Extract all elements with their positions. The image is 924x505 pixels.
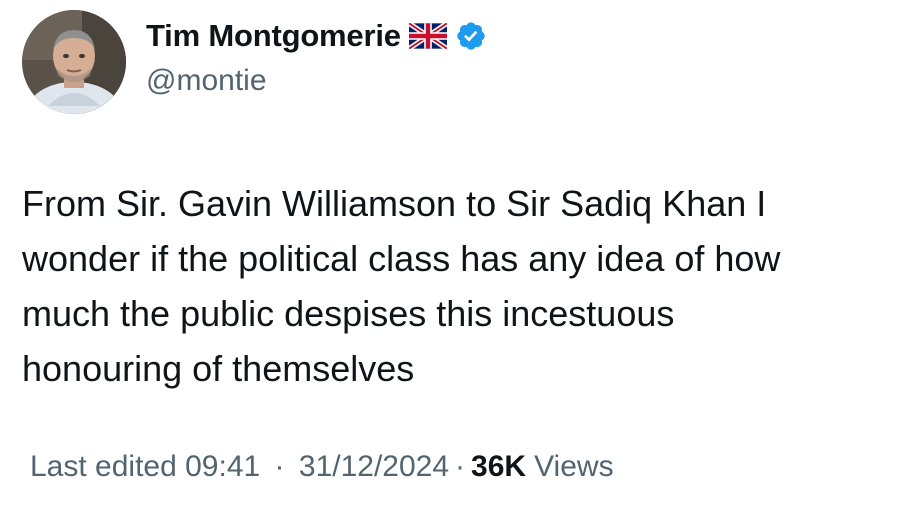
- tweet-text-line: wonder if the political class has any id…: [22, 238, 781, 279]
- tweet-card: Tim Montgomerie @montie From Sir. Gavin …: [0, 0, 924, 505]
- tweet-text: From Sir. Gavin Williamson to Sir Sadiq …: [22, 176, 902, 396]
- meta-separator: ·: [274, 450, 285, 483]
- tweet-text-line: From Sir. Gavin Williamson to Sir Sadiq …: [22, 183, 767, 224]
- tweet-text-line: honouring of themselves: [22, 348, 415, 389]
- tweet-text-line: much the public despises this incestuous: [22, 293, 675, 334]
- tweet-time: 09:41: [185, 450, 261, 483]
- edited-label: Last edited: [30, 450, 177, 483]
- views-label: Views: [534, 450, 614, 483]
- author-display-name[interactable]: Tim Montgomerie: [146, 18, 401, 54]
- avatar-image: [22, 10, 126, 114]
- views-count[interactable]: 36K: [471, 450, 526, 484]
- author-name-row: Tim Montgomerie: [146, 18, 487, 54]
- verified-badge-icon[interactable]: [455, 20, 487, 52]
- author-handle[interactable]: @montie: [146, 64, 267, 98]
- avatar[interactable]: [22, 10, 126, 114]
- tweet-meta-row: Last edited 09:41 · 31/12/2024 · 36K Vie…: [30, 450, 614, 484]
- meta-separator: ·: [455, 450, 466, 483]
- tweet-date: 31/12/2024: [298, 450, 450, 483]
- edited-timestamp[interactable]: Last edited 09:41 · 31/12/2024: [30, 450, 449, 484]
- uk-flag-icon: [408, 23, 447, 49]
